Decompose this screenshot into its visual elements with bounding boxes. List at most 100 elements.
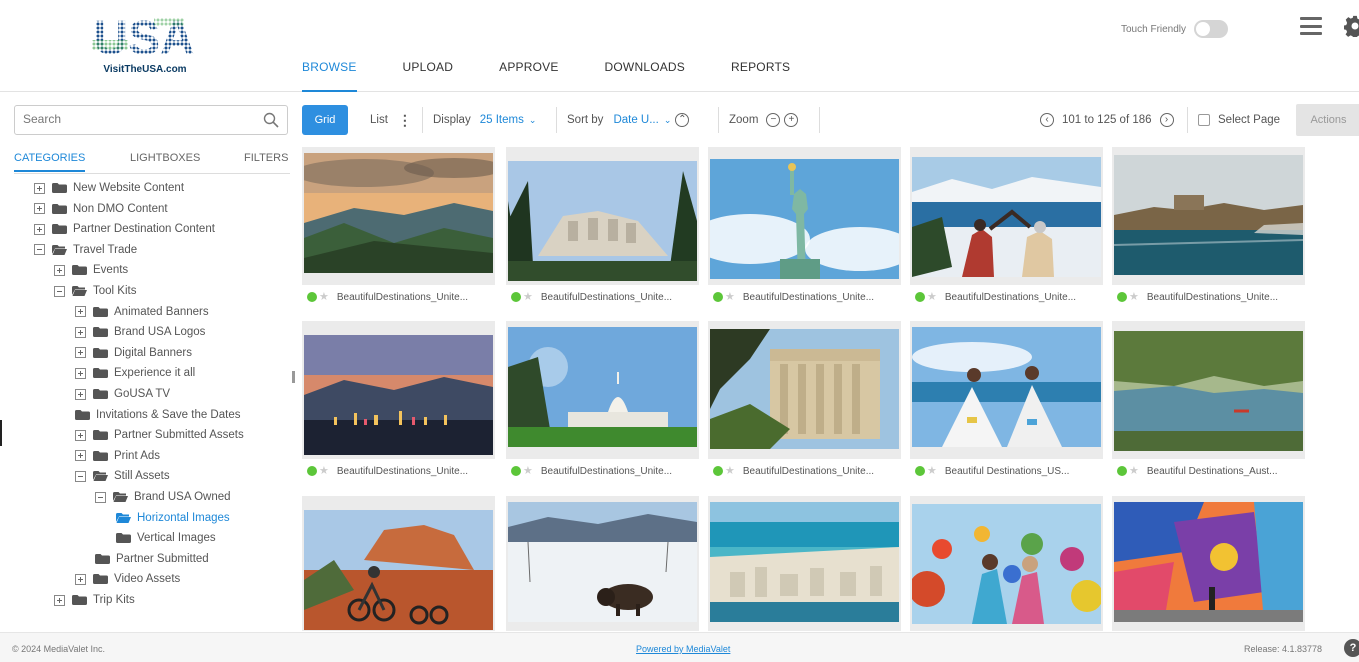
- star-icon[interactable]: ★: [319, 291, 329, 303]
- asset-card[interactable]: ★ BeautifulDestinations_Unite...: [506, 321, 699, 483]
- asset-card[interactable]: ★ BeautifulDestinations_Unite...: [302, 147, 495, 309]
- expand-icon[interactable]: [34, 182, 45, 194]
- tab-categories[interactable]: CATEGORIES: [14, 152, 86, 172]
- tree-item[interactable]: Partner Submitted: [95, 549, 209, 569]
- tree-item[interactable]: Experience it all: [75, 363, 195, 383]
- tree-item[interactable]: GoUSA TV: [75, 384, 170, 404]
- sortby-value[interactable]: Date U...: [613, 114, 658, 126]
- touch-friendly-toggle[interactable]: [1194, 20, 1229, 38]
- mountain-valley-sunset-photo[interactable]: [304, 153, 493, 273]
- zoom-out-icon[interactable]: −: [766, 113, 781, 127]
- collapse-icon[interactable]: [75, 470, 86, 482]
- asset-card[interactable]: ★ BeautifulDestinations_Unite...: [302, 321, 495, 483]
- gear-icon[interactable]: [1344, 15, 1359, 37]
- asset-card[interactable]: ★ BeautifulDestinations_Unite...: [506, 147, 699, 309]
- star-icon[interactable]: ★: [523, 465, 533, 477]
- asset-card[interactable]: ★ BeautifulDestinations_Unite...: [708, 147, 901, 309]
- collapse-icon[interactable]: [54, 285, 65, 297]
- columned-building-photo[interactable]: [710, 329, 899, 449]
- tree-item[interactable]: Still Assets: [75, 466, 170, 486]
- expand-icon[interactable]: [75, 326, 86, 338]
- river-kayak-photo[interactable]: [1114, 331, 1303, 451]
- asset-card[interactable]: [910, 496, 1103, 631]
- expand-icon[interactable]: [75, 450, 86, 462]
- tree-item[interactable]: Trip Kits: [54, 590, 135, 610]
- us-capitol-photo[interactable]: [508, 327, 697, 447]
- tree-item[interactable]: Horizontal Images: [116, 508, 230, 528]
- expand-icon[interactable]: [75, 573, 86, 585]
- brand-logo[interactable]: USA VisitTheUSA.com: [80, 8, 210, 78]
- tree-item[interactable]: Digital Banners: [75, 343, 192, 363]
- mount-rushmore-photo[interactable]: [508, 161, 697, 281]
- display-value[interactable]: 25 Items: [480, 114, 524, 126]
- asset-card[interactable]: ★ Beautiful Destinations_US...: [910, 321, 1103, 483]
- star-icon[interactable]: ★: [725, 465, 735, 477]
- star-icon[interactable]: ★: [523, 291, 533, 303]
- star-icon[interactable]: ★: [1129, 291, 1139, 303]
- expand-icon[interactable]: [75, 429, 86, 441]
- tree-item[interactable]: Video Assets: [75, 569, 180, 589]
- miami-beach-aerial-photo[interactable]: [710, 502, 899, 622]
- tab-filters[interactable]: FILTERS: [244, 152, 288, 170]
- search-input[interactable]: [23, 112, 243, 126]
- tree-item[interactable]: Print Ads: [75, 446, 160, 466]
- snowy-lake-couple-photo[interactable]: [912, 157, 1101, 277]
- star-icon[interactable]: ★: [927, 291, 937, 303]
- tree-item[interactable]: Partner Submitted Assets: [75, 425, 244, 445]
- tree-item[interactable]: Animated Banners: [75, 302, 209, 322]
- asset-card[interactable]: [1112, 496, 1305, 631]
- asset-card[interactable]: [708, 496, 901, 631]
- dancers-white-dresses-photo[interactable]: [912, 327, 1101, 447]
- tree-item[interactable]: Invitations & Save the Dates: [75, 405, 240, 425]
- statue-of-liberty-photo[interactable]: [710, 159, 899, 279]
- sort-control[interactable]: Sort by Date U... ⌄ ⌃: [567, 104, 690, 136]
- more-options-icon[interactable]: ⋮: [398, 112, 412, 129]
- powered-by-link[interactable]: Powered by MediaValet: [636, 644, 730, 654]
- star-icon[interactable]: ★: [1129, 465, 1139, 477]
- sort-direction-icon[interactable]: ⌃: [675, 113, 690, 127]
- tab-browse[interactable]: BROWSE: [302, 60, 357, 92]
- hot-air-balloons-photo[interactable]: [912, 504, 1101, 624]
- tree-item[interactable]: Vertical Images: [116, 528, 216, 548]
- select-page-checkbox[interactable]: [1198, 114, 1210, 126]
- tree-item[interactable]: Brand USA Owned: [95, 487, 231, 507]
- collapse-icon[interactable]: [34, 244, 45, 256]
- hamburger-menu-icon[interactable]: [1300, 17, 1322, 35]
- actions-button[interactable]: Actions: [1296, 104, 1359, 136]
- asset-card[interactable]: ★ Beautiful Destinations_Aust...: [1112, 321, 1305, 483]
- zoom-in-icon[interactable]: +: [784, 113, 799, 127]
- asset-card[interactable]: ★ BeautifulDestinations_Unite...: [910, 147, 1103, 309]
- collapse-icon[interactable]: [95, 491, 106, 503]
- asset-card[interactable]: ★ BeautifulDestinations_Unite...: [1112, 147, 1305, 309]
- mural-street-photo[interactable]: [1114, 502, 1303, 622]
- display-control[interactable]: Display 25 Items ⌄: [433, 104, 536, 136]
- grid-view-button[interactable]: Grid: [302, 105, 348, 135]
- star-icon[interactable]: ★: [725, 291, 735, 303]
- tree-item[interactable]: Travel Trade: [34, 240, 137, 260]
- tab-downloads[interactable]: DOWNLOADS: [605, 60, 685, 92]
- tree-item[interactable]: Brand USA Logos: [75, 322, 205, 342]
- tab-lightboxes[interactable]: LIGHTBOXES: [130, 152, 200, 170]
- tree-item[interactable]: New Website Content: [34, 178, 184, 198]
- asset-card[interactable]: [302, 496, 495, 631]
- city-lights-dusk-photo[interactable]: [304, 335, 493, 455]
- expand-icon[interactable]: [34, 203, 45, 215]
- coastal-fortress-photo[interactable]: [1114, 155, 1303, 275]
- star-icon[interactable]: ★: [927, 465, 937, 477]
- expand-icon[interactable]: [75, 306, 86, 318]
- panel-resize-handle[interactable]: [292, 371, 295, 383]
- expand-icon[interactable]: [34, 223, 45, 235]
- select-page-control[interactable]: Select Page: [1198, 104, 1280, 136]
- tab-reports[interactable]: REPORTS: [731, 60, 790, 92]
- bison-snow-photo[interactable]: [508, 502, 697, 622]
- tree-item[interactable]: Events: [54, 260, 128, 280]
- expand-icon[interactable]: [75, 347, 86, 359]
- expand-icon[interactable]: [54, 594, 65, 606]
- star-icon[interactable]: ★: [319, 465, 329, 477]
- help-icon[interactable]: ?: [1344, 639, 1359, 657]
- expand-icon[interactable]: [75, 367, 86, 379]
- asset-card[interactable]: ★ BeautifulDestinations_Unite...: [708, 321, 901, 483]
- expand-icon[interactable]: [54, 264, 65, 276]
- chevron-left-icon[interactable]: ‹: [1040, 113, 1054, 127]
- tree-item[interactable]: Partner Destination Content: [34, 219, 215, 239]
